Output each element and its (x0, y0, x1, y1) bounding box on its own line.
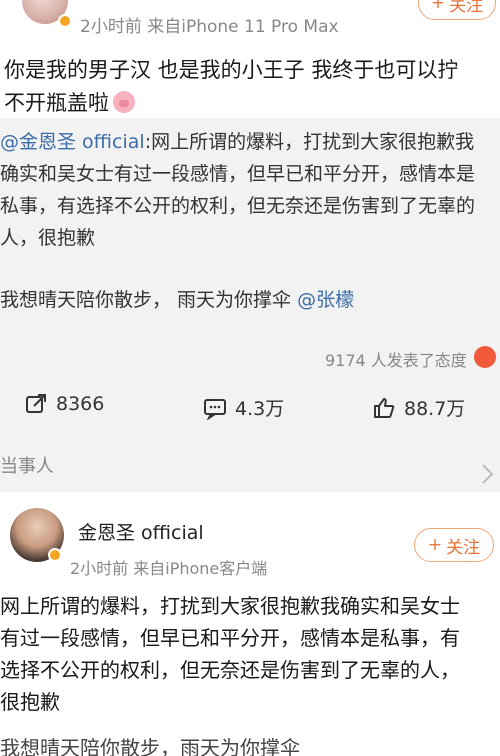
author-post-line: 网上所谓的爆料，打扰到大家很抱歉我确实和吴女士 (0, 594, 460, 618)
author-post-meta: 2小时前 来自iPhone客户端 (70, 559, 268, 578)
post-text-line-2: 不开瓶盖啦 (4, 87, 500, 120)
mention-link[interactable]: @金恩圣 official (0, 131, 145, 153)
repost-icon (26, 394, 46, 413)
section-title: 当事人 (0, 456, 54, 477)
follow-button-author[interactable]: + 关注 (414, 528, 494, 562)
mention-link-zhangmeng[interactable]: @张檬 (297, 289, 354, 311)
author-post-line: 我想晴天陪你散步，雨天为你撑伞 (0, 736, 300, 756)
quoted-line: 私事，有选择不公开的权利，但无奈还是伤害到了无辜的 (0, 195, 476, 217)
post-meta: 2小时前 来自iPhone 11 Pro Max (80, 17, 339, 37)
comment-button[interactable]: 4.3万 (203, 394, 284, 421)
section-divider (0, 436, 500, 492)
verified-badge-icon (48, 548, 62, 562)
like-button[interactable]: 88.7万 (372, 394, 465, 421)
verified-badge-icon (58, 14, 72, 28)
pig-emoji-icon (113, 91, 135, 113)
like-count: 88.7万 (404, 398, 466, 420)
thumbs-up-icon (374, 397, 395, 418)
reactions-count[interactable]: 9174 人发表了态度 (325, 347, 467, 371)
author-username[interactable]: 金恩圣 official (78, 518, 204, 545)
comment-count: 4.3万 (235, 398, 285, 420)
follow-button[interactable]: + 关注 (418, 0, 496, 20)
quoted-line: 人，很抱歉 (0, 227, 96, 249)
repost-count: 8366 (56, 393, 105, 415)
comment-icon (204, 398, 226, 420)
author-post-line: 选择不公开的权利，但无奈还是伤害到了无辜的人， (0, 658, 460, 682)
author-post-line: 很抱歉 (0, 690, 60, 714)
angry-emoji-icon (474, 346, 496, 368)
quoted-text: @金恩圣 official:网上所谓的爆料，打扰到大家很抱歉我 确实和吴女士有过… (0, 126, 500, 254)
plus-icon: + (430, 0, 446, 13)
quoted-line: @金恩圣 official:网上所谓的爆料，打扰到大家很抱歉我 (0, 131, 475, 153)
author-post-line: 有过一段感情，但早已和平分开，感情本是私事，有 (0, 626, 460, 650)
post-text: 你是我的男子汉 也是我的小王子 我终于也可以拧 不开瓶盖啦 (4, 54, 500, 120)
follow-label: 关注 (446, 537, 481, 558)
author-post-text: 网上所谓的爆料，打扰到大家很抱歉我确实和吴女士 有过一段感情，但早已和平分开，感… (0, 590, 500, 756)
plus-icon: + (427, 535, 443, 555)
post-text-line: 你是我的男子汉 也是我的小王子 我终于也可以拧 (4, 58, 459, 82)
repost-button[interactable]: 8366 (24, 392, 104, 416)
follow-label: 关注 (449, 0, 484, 16)
chevron-right-icon[interactable] (480, 462, 496, 486)
quoted-line-5: 我想晴天陪你散步， 雨天为你撑伞 @张檬 (0, 289, 355, 311)
quoted-line: 确实和吴女士有过一段感情，但早已和平分开，感情本是 (0, 163, 476, 185)
